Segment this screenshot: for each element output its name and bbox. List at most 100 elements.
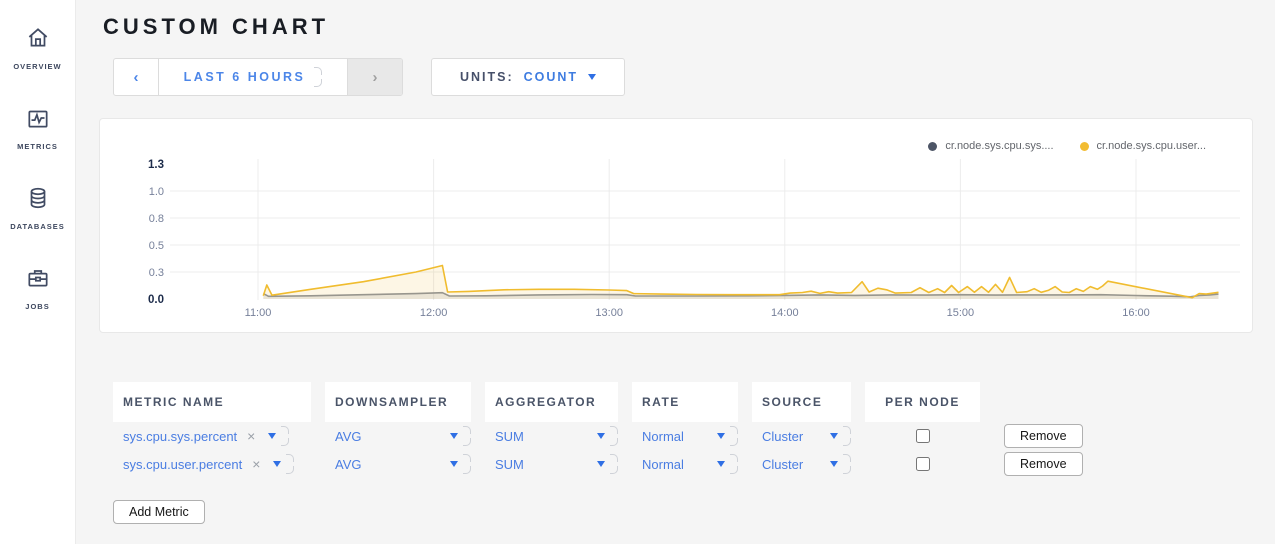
svg-text:13:00: 13:00 [595, 307, 623, 319]
table-row-cell: AVG [325, 422, 471, 450]
briefcase-icon [25, 265, 51, 296]
metric-name-dropdown[interactable]: sys.cpu.user.percent [123, 453, 311, 475]
source-value: Cluster [762, 457, 824, 472]
aggregator-dropdown[interactable]: SUM [495, 425, 618, 447]
units-dropdown[interactable]: UNITS: COUNT [431, 58, 625, 96]
column-header-aggregator: AGGREGATOR [485, 382, 618, 422]
svg-text:14:00: 14:00 [771, 307, 799, 319]
home-icon [25, 25, 51, 56]
table-row-cell: Cluster [752, 450, 851, 478]
dropdown-corner-marks [842, 453, 851, 475]
dropdown-corner-marks [842, 425, 851, 447]
dropdown-corner-marks [462, 425, 471, 447]
caret-down-icon [830, 433, 838, 439]
downsampler-value: AVG [335, 457, 444, 472]
downsampler-dropdown[interactable]: AVG [335, 453, 471, 475]
table-row-cell [865, 450, 980, 478]
time-window-next-button[interactable] [347, 59, 402, 95]
caret-down-icon [717, 433, 725, 439]
sidebar-item-overview[interactable]: OVERVIEW [0, 8, 75, 88]
metric-name-value: sys.cpu.user.percent [123, 457, 242, 472]
downsampler-value: AVG [335, 429, 444, 444]
add-metric-button[interactable]: Add Metric [113, 500, 205, 524]
main-content: CUSTOM CHART LAST 6 HOURS UNITS: COUNT c… [76, 0, 1275, 544]
table-row-cell: sys.cpu.user.percent [113, 450, 311, 478]
aggregator-value: SUM [495, 457, 591, 472]
aggregator-dropdown[interactable]: SUM [495, 453, 618, 475]
dropdown-corner-marks [729, 453, 738, 475]
table-row-cell: AVG [325, 450, 471, 478]
caret-down-icon [268, 433, 276, 439]
svg-text:0.8: 0.8 [149, 213, 164, 225]
source-value: Cluster [762, 429, 824, 444]
table-row-cell: Cluster [752, 422, 851, 450]
rate-dropdown[interactable]: Normal [642, 425, 738, 447]
source-dropdown[interactable]: Cluster [762, 453, 851, 475]
legend-label: cr.node.sys.cpu.user... [1097, 140, 1206, 152]
svg-text:0.3: 0.3 [149, 267, 164, 279]
legend-dot [1080, 142, 1089, 151]
per-node-checkbox[interactable] [916, 429, 930, 443]
table-row-cell [865, 422, 980, 450]
dropdown-corner-marks [609, 453, 618, 475]
aggregator-value: SUM [495, 429, 591, 444]
sidebar-item-label: OVERVIEW [13, 62, 61, 71]
svg-text:15:00: 15:00 [947, 307, 975, 319]
column-header-actions [994, 382, 1144, 422]
svg-text:16:00: 16:00 [1122, 307, 1150, 319]
time-window-picker: LAST 6 HOURS [113, 58, 403, 96]
table-row-cell: SUM [485, 422, 618, 450]
column-header-source: SOURCE [752, 382, 851, 422]
dropdown-corner-marks [609, 425, 618, 447]
rate-dropdown[interactable]: Normal [642, 453, 738, 475]
downsampler-dropdown[interactable]: AVG [335, 425, 471, 447]
chart-legend: cr.node.sys.cpu.sys.... cr.node.sys.cpu.… [928, 140, 1206, 152]
svg-text:1.3: 1.3 [148, 159, 164, 171]
table-row-cell: sys.cpu.sys.percent [113, 422, 311, 450]
table-row-cell: Normal [632, 422, 738, 450]
sidebar-item-label: DATABASES [10, 222, 65, 231]
table-row-cell: Remove [994, 450, 1144, 478]
column-header-downsampler: DOWNSAMPLER [325, 382, 471, 422]
legend-item[interactable]: cr.node.sys.cpu.user... [1080, 140, 1206, 152]
column-header-rate: RATE [632, 382, 738, 422]
metrics-table: METRIC NAME DOWNSAMPLER AGGREGATOR RATE … [113, 382, 1253, 478]
clear-metric-icon[interactable] [247, 428, 255, 444]
source-dropdown[interactable]: Cluster [762, 425, 851, 447]
column-header-metric-name: METRIC NAME [113, 382, 311, 422]
remove-metric-button[interactable]: Remove [1004, 424, 1083, 448]
table-row-cell: Remove [994, 422, 1144, 450]
per-node-checkbox[interactable] [916, 457, 930, 471]
sidebar-item-metrics[interactable]: METRICS [0, 88, 75, 168]
caret-down-icon [588, 74, 596, 80]
time-window-dropdown[interactable]: LAST 6 HOURS [159, 59, 347, 95]
svg-text:1.0: 1.0 [149, 186, 164, 198]
dropdown-corner-marks [313, 66, 322, 88]
table-row-cell: Normal [632, 450, 738, 478]
controls-bar: LAST 6 HOURS UNITS: COUNT [113, 58, 1253, 96]
sidebar-item-label: METRICS [17, 142, 58, 151]
svg-text:11:00: 11:00 [245, 307, 272, 319]
dropdown-corner-marks [729, 425, 738, 447]
metric-name-value: sys.cpu.sys.percent [123, 429, 237, 444]
metric-name-dropdown[interactable]: sys.cpu.sys.percent [123, 425, 311, 447]
dropdown-corner-marks [280, 425, 289, 447]
caret-down-icon [450, 433, 458, 439]
svg-text:12:00: 12:00 [420, 307, 448, 319]
units-value: COUNT [524, 70, 578, 84]
time-window-label: LAST 6 HOURS [184, 70, 306, 84]
page-title: CUSTOM CHART [103, 14, 1253, 40]
legend-item[interactable]: cr.node.sys.cpu.sys.... [928, 140, 1053, 152]
legend-dot [928, 142, 937, 151]
remove-metric-button[interactable]: Remove [1004, 452, 1083, 476]
caret-down-icon [717, 461, 725, 467]
caret-down-icon [830, 461, 838, 467]
caret-down-icon [450, 461, 458, 467]
sidebar-item-databases[interactable]: DATABASES [0, 168, 75, 248]
caret-down-icon [273, 461, 281, 467]
svg-text:0.0: 0.0 [148, 294, 164, 306]
sidebar-item-jobs[interactable]: JOBS [0, 248, 75, 328]
dropdown-corner-marks [462, 453, 471, 475]
clear-metric-icon[interactable] [252, 456, 260, 472]
time-window-prev-button[interactable] [114, 59, 159, 95]
